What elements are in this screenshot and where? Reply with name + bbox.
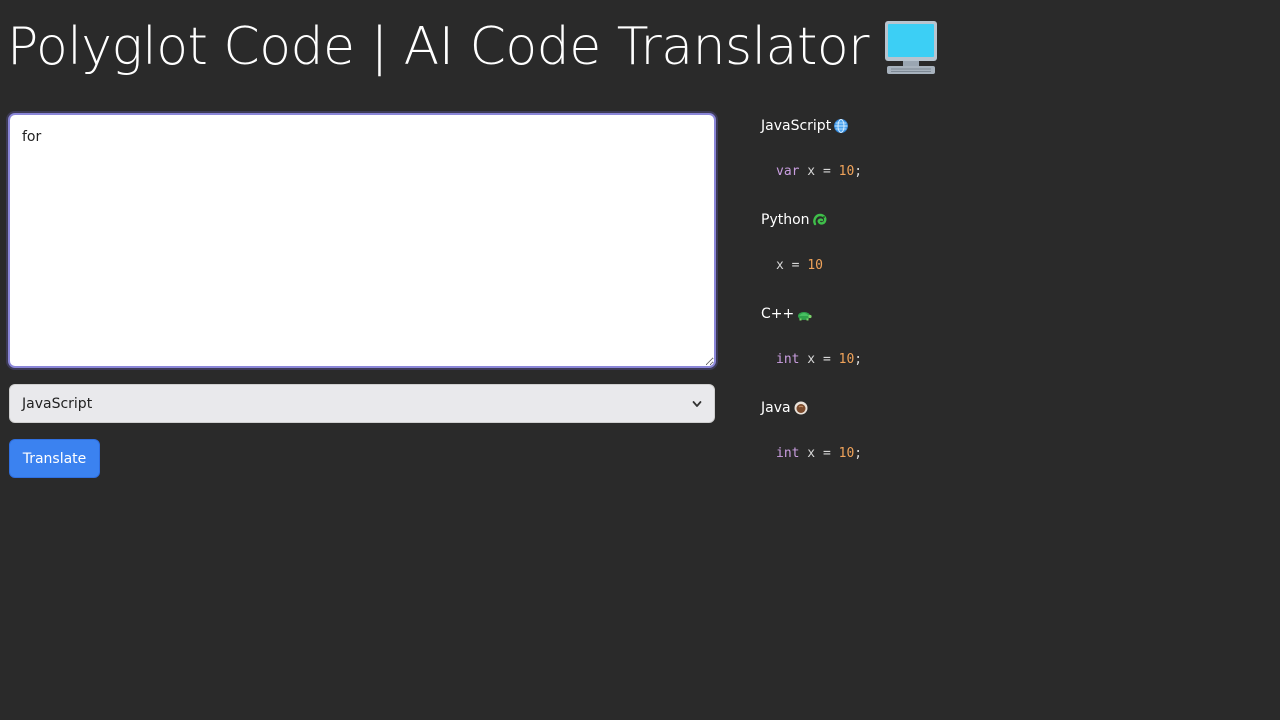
code-end: ;	[854, 352, 863, 367]
result-cpp: C++ int x = 10;	[760, 300, 1240, 394]
snake-icon	[812, 213, 826, 226]
computer-icon	[885, 21, 938, 74]
result-heading: Java	[761, 400, 809, 416]
result-language-name: C++	[761, 306, 795, 322]
result-language-name: Java	[761, 400, 791, 416]
result-python: Python x = 10	[760, 206, 1240, 300]
result-code: var x = 10;	[776, 164, 862, 179]
result-javascript: JavaScript var x = 10;	[760, 112, 1240, 206]
code-number: 10	[838, 164, 855, 179]
translation-results: JavaScript var x = 10; Python x = 10 C++…	[760, 112, 1240, 488]
coffee-icon	[794, 401, 808, 415]
chevron-down-icon	[692, 400, 702, 407]
code-end: ;	[854, 164, 863, 179]
code-end: ;	[854, 446, 863, 461]
code-text: x =	[799, 446, 839, 461]
code-keyword: int	[776, 446, 800, 461]
code-number: 10	[807, 258, 823, 273]
result-language-name: Python	[761, 212, 810, 228]
result-heading: Python	[761, 212, 828, 228]
result-language-name: JavaScript	[761, 118, 832, 134]
code-input[interactable]: for	[8, 113, 716, 368]
translate-button[interactable]: Translate	[9, 439, 100, 478]
code-number: 10	[838, 446, 855, 461]
result-code: int x = 10;	[776, 446, 862, 461]
code-number: 10	[838, 352, 855, 367]
code-keyword: int	[776, 352, 800, 367]
language-select[interactable]: JavaScript	[9, 384, 715, 423]
result-heading: C++	[761, 306, 812, 322]
turtle-icon	[798, 312, 812, 321]
translate-button-label: Translate	[22, 450, 87, 467]
result-code: int x = 10;	[776, 352, 862, 367]
globe-icon	[834, 119, 849, 133]
result-java: Java int x = 10;	[760, 394, 1240, 488]
result-heading: JavaScript	[761, 118, 849, 134]
result-code: x = 10	[776, 258, 823, 273]
code-text: x =	[776, 258, 808, 273]
code-text: x =	[799, 164, 839, 179]
code-keyword: var	[776, 164, 800, 179]
code-text: x =	[799, 352, 839, 367]
page-title-text: Polyglot Code | AI Code Translator	[7, 17, 870, 77]
language-select-value: JavaScript	[22, 395, 93, 412]
page: Polyglot Code | AI Code Translator for J…	[0, 0, 1280, 720]
page-title: Polyglot Code | AI Code Translator	[7, 12, 939, 82]
